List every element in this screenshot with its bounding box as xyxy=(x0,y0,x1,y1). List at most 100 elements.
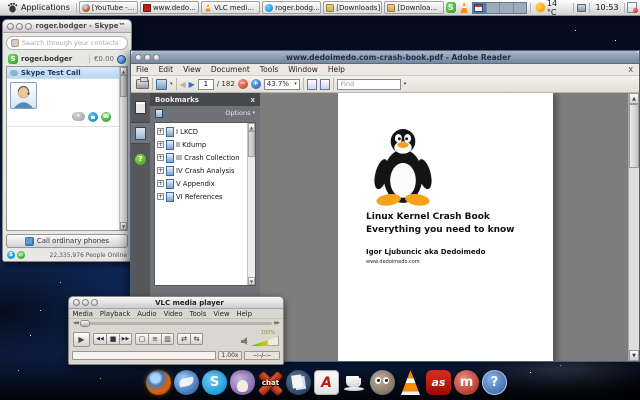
voice-call-button[interactable]: ☎ xyxy=(101,112,111,122)
seek-slider-handle[interactable] xyxy=(80,320,90,327)
video-call-button[interactable] xyxy=(88,112,98,122)
dock-firefox-icon[interactable] xyxy=(146,370,171,395)
scroll-up-arrow[interactable]: ▲ xyxy=(120,67,127,75)
bookmarks-scrollbar[interactable]: ▲ ▼ xyxy=(247,123,255,285)
skype-account-row[interactable]: S roger.bodger €0.00 xyxy=(3,52,131,66)
menu-view[interactable]: View xyxy=(210,310,233,318)
zoom-out-button[interactable]: − xyxy=(238,79,248,89)
shuffle-button[interactable]: ⇆ xyxy=(190,333,203,345)
expand-icon[interactable]: + xyxy=(157,193,164,200)
workspace-4[interactable] xyxy=(514,3,527,13)
loop-button[interactable]: ⇄ xyxy=(177,333,190,345)
time-display[interactable]: --:--/--:-- xyxy=(244,351,280,360)
bookmark-item-crash-collection[interactable]: + III Crash Collection xyxy=(155,151,247,164)
stop-button[interactable]: ■ xyxy=(106,333,119,345)
seek-forward-icon[interactable]: ▶▶ xyxy=(274,321,279,326)
dock-skype-icon[interactable]: S xyxy=(202,370,227,395)
maximize-button[interactable] xyxy=(153,54,160,61)
skype-logo-icon[interactable]: S xyxy=(7,251,15,259)
previous-page-button[interactable]: ◀ xyxy=(180,80,186,89)
menu-window[interactable]: Window xyxy=(283,65,323,74)
dock-miro-icon[interactable]: m xyxy=(454,370,479,395)
applications-menu[interactable]: Applications xyxy=(3,1,74,15)
menu-document[interactable]: Document xyxy=(206,65,255,74)
dock-documents-icon[interactable] xyxy=(286,370,311,395)
fullscreen-button[interactable]: ▢ xyxy=(135,333,148,345)
menu-audio[interactable]: Audio xyxy=(134,310,160,318)
screenshot-applet-icon[interactable] xyxy=(577,4,587,12)
expand-icon[interactable]: + xyxy=(157,167,164,174)
bookmark-item-appendix[interactable]: + V Appendix xyxy=(155,177,247,190)
find-dropdown-arrow[interactable]: ▾ xyxy=(404,81,407,87)
sync-icon[interactable]: ⇄ xyxy=(17,251,25,259)
menu-help[interactable]: Help xyxy=(323,65,350,74)
account-balance[interactable]: €0.00 xyxy=(89,55,114,63)
logout-applet-icon[interactable] xyxy=(627,2,637,13)
maximize-button[interactable] xyxy=(91,299,98,306)
save-dropdown-arrow[interactable]: ▾ xyxy=(170,81,173,87)
zoom-in-button[interactable]: + xyxy=(251,79,261,89)
dock-xchat-icon[interactable]: chat xyxy=(258,370,283,395)
scrollbar-thumb[interactable] xyxy=(629,104,639,168)
next-button[interactable]: ▶▶ xyxy=(119,333,132,345)
vlc-titlebar[interactable]: VLC media player xyxy=(69,297,283,309)
vlc-tray-icon[interactable] xyxy=(459,2,469,13)
bookmarks-close-button[interactable]: x xyxy=(250,96,255,104)
expand-icon[interactable]: + xyxy=(157,180,164,187)
options-menu-button[interactable]: Options ▾ xyxy=(225,109,255,117)
scroll-up-arrow[interactable]: ▲ xyxy=(629,93,639,104)
contact-avatar[interactable] xyxy=(10,82,37,109)
workspace-2[interactable] xyxy=(487,3,501,13)
volume-slider[interactable] xyxy=(251,336,279,346)
minimize-button[interactable] xyxy=(82,299,89,306)
skype-titlebar[interactable]: roger.bodger - Skype™ xyxy=(3,20,131,33)
bookmark-item-lkcd[interactable]: + I LKCD xyxy=(155,125,247,138)
page-number-input[interactable] xyxy=(198,79,214,90)
expand-icon[interactable]: + xyxy=(157,128,164,135)
workspace-3[interactable] xyxy=(500,3,514,13)
scrollbar-thumb[interactable] xyxy=(248,131,255,157)
taskbar-button-downloads2[interactable]: [Downloa... xyxy=(384,1,443,14)
zoom-level-select[interactable]: 43.7% ▾ xyxy=(264,79,300,90)
print-button[interactable] xyxy=(136,79,149,89)
menu-tools[interactable]: Tools xyxy=(186,310,210,318)
menu-playback[interactable]: Playback xyxy=(96,310,133,318)
taskbar-button-youtube[interactable]: [YouTube -... xyxy=(79,1,138,14)
menu-edit[interactable]: Edit xyxy=(154,65,179,74)
equalizer-button[interactable]: ▥ xyxy=(161,333,174,345)
bookmark-item-references[interactable]: + VI References xyxy=(155,190,247,203)
scrollbar-thumb[interactable] xyxy=(120,75,127,97)
taskbar-button-pdf[interactable]: www.dedo... xyxy=(140,1,199,14)
pages-panel-icon[interactable] xyxy=(135,101,146,114)
taskbar-button-downloads1[interactable]: [Downloads] xyxy=(323,1,382,14)
dock-lastfm-icon[interactable]: as xyxy=(426,370,451,395)
clock-applet[interactable]: 10:53 xyxy=(593,3,620,12)
document-scrollbar[interactable]: ▲ ▼ xyxy=(628,93,639,361)
close-button[interactable] xyxy=(7,23,14,30)
pdf-page[interactable]: Linux Kernel Crash Book Everything you n… xyxy=(338,93,553,361)
scroll-down-arrow[interactable]: ▼ xyxy=(120,222,127,230)
dock-thunderbird-icon[interactable] xyxy=(174,370,199,395)
dock-adobe-reader-icon[interactable]: A xyxy=(314,370,339,395)
contact-skype-test-call[interactable]: Skype Test Call xyxy=(7,67,119,79)
taskbar-button-skype[interactable]: roger.bodg... xyxy=(262,1,321,14)
seek-slider[interactable] xyxy=(80,322,272,325)
previous-button[interactable]: ◀◀ xyxy=(93,333,106,345)
reader-titlebar[interactable]: www.dedoimedo.com-crash-book.pdf - Adobe… xyxy=(131,51,639,64)
scroll-down-arrow[interactable]: ▼ xyxy=(629,350,639,361)
playback-rate[interactable]: 1.00x xyxy=(218,351,242,360)
play-button[interactable]: ▶ xyxy=(73,332,90,347)
menubar-close-button[interactable]: X xyxy=(622,66,639,74)
fit-width-button[interactable] xyxy=(307,79,317,90)
speaker-icon[interactable] xyxy=(241,337,249,345)
maximize-button[interactable] xyxy=(25,23,32,30)
minimize-button[interactable] xyxy=(16,23,23,30)
taskbar-button-vlc[interactable]: VLC medi... xyxy=(201,1,260,14)
menu-view[interactable]: View xyxy=(178,65,206,74)
skype-tray-icon[interactable]: S xyxy=(446,2,456,13)
next-page-button[interactable]: ▶ xyxy=(189,80,195,89)
find-input[interactable] xyxy=(337,79,401,90)
menu-media[interactable]: Media xyxy=(69,310,96,318)
more-options-button[interactable]: ▾ xyxy=(72,112,85,121)
dock-pidgin-icon[interactable] xyxy=(230,370,255,395)
